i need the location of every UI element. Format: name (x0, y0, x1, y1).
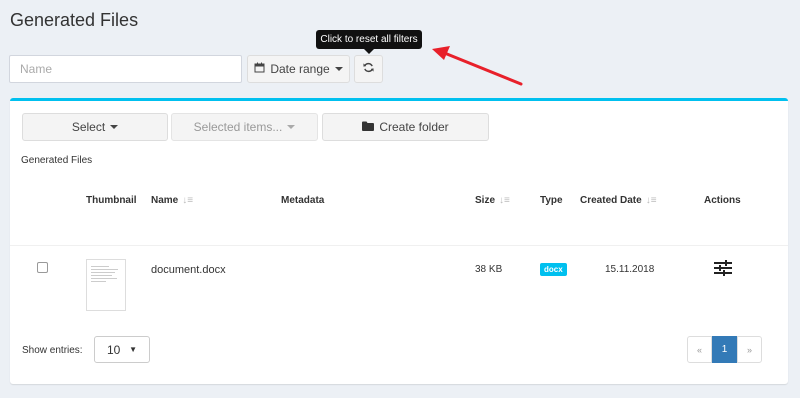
file-name[interactable]: document.docx (151, 264, 226, 276)
chevron-down-icon (287, 125, 296, 129)
column-header-name[interactable]: Name ↓≡ (151, 195, 193, 206)
column-header-created-date[interactable]: Created Date ↓≡ (580, 195, 657, 206)
select-dropdown-button[interactable]: Select (22, 113, 168, 141)
column-header-type: Type (540, 195, 563, 206)
column-header-metadata: Metadata (281, 195, 325, 206)
section-label: Generated Files (21, 155, 93, 166)
entries-per-page-select[interactable]: 10 ▼ (94, 336, 150, 363)
file-type-badge: docx (540, 263, 567, 276)
create-folder-label: Create folder (379, 120, 449, 134)
annotation-arrow (432, 46, 523, 86)
column-header-size[interactable]: Size ↓≡ (475, 195, 510, 206)
files-panel: Select Selected items... Create folder G… (10, 98, 788, 384)
sliders-icon[interactable] (714, 259, 732, 280)
row-checkbox[interactable] (37, 262, 48, 273)
selected-items-button[interactable]: Selected items... (171, 113, 318, 141)
page-title: Generated Files (10, 10, 139, 30)
caret-down-icon: ▼ (129, 345, 137, 354)
pagination-prev[interactable]: « (687, 336, 712, 363)
sort-icon: ↓≡ (499, 195, 510, 206)
column-header-thumbnail: Thumbnail (86, 195, 137, 206)
selected-items-label: Selected items... (193, 120, 283, 134)
document-thumbnail[interactable] (86, 259, 126, 311)
file-size: 38 KB (475, 264, 503, 275)
name-filter-input[interactable] (9, 55, 242, 83)
pagination-next[interactable]: » (737, 336, 762, 363)
chevron-down-icon (334, 67, 343, 71)
show-entries-label: Show entries: (22, 345, 83, 356)
file-created-date: 15.11.2018 (605, 264, 655, 275)
pagination-page-1[interactable]: 1 (712, 336, 737, 363)
sort-icon: ↓≡ (182, 195, 194, 206)
date-range-button[interactable]: Date range (247, 55, 350, 83)
reset-filters-button[interactable] (354, 55, 383, 83)
calendar-icon (254, 62, 265, 76)
select-label: Select (71, 120, 106, 134)
refresh-icon (363, 62, 374, 76)
date-range-label: Date range (270, 62, 330, 76)
folder-icon (362, 120, 375, 134)
chevron-down-icon (110, 125, 119, 129)
column-header-actions: Actions (704, 195, 741, 206)
entries-value: 10 (107, 342, 121, 357)
sort-icon: ↓≡ (645, 195, 657, 206)
reset-tooltip: Click to reset all filters (316, 30, 422, 54)
create-folder-button[interactable]: Create folder (322, 113, 489, 141)
row-divider (10, 245, 788, 246)
